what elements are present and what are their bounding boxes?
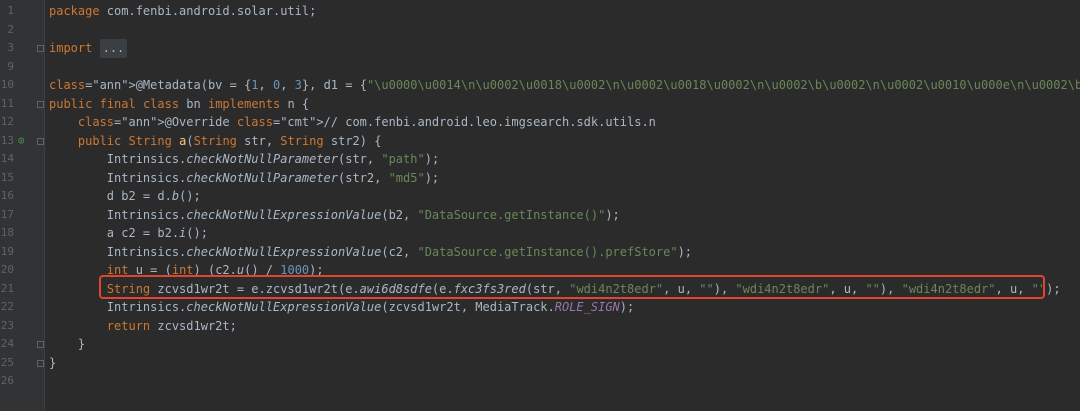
line-number-text: 11: [0, 96, 14, 110]
code-text: }: [49, 355, 57, 370]
code-line[interactable]: [45, 58, 1080, 77]
code-line[interactable]: d b2 = d.b();: [45, 187, 1080, 206]
line-number-text: 14: [0, 152, 14, 165]
line-number: 22: [0, 298, 44, 317]
code-text: a c2 = b2.i();: [49, 226, 208, 240]
code-line[interactable]: class="ann">@Metadata(bv = {1, 0, 3}, d1…: [45, 76, 1080, 95]
code-text: package com.fenbi.android.solar.util;: [49, 4, 317, 18]
line-number-text: 20: [0, 263, 14, 276]
line-number: 21: [0, 280, 44, 299]
code-line[interactable]: import ...: [45, 39, 1080, 58]
fold-toggle-icon[interactable]: [37, 359, 44, 367]
line-number: 9: [0, 58, 44, 77]
line-number: 10: [0, 76, 44, 95]
line-number-text: 19: [0, 244, 14, 258]
code-line[interactable]: Intrinsics.checkNotNullParameter(str, "p…: [45, 150, 1080, 169]
code-text: public String a(String str, String str2)…: [77, 133, 382, 148]
line-number-text: 1: [7, 4, 14, 17]
code-line[interactable]: }: [45, 354, 1080, 373]
code-text: public final class bn implements n {: [49, 96, 310, 111]
code-line[interactable]: return zcvsd1wr2t;: [45, 317, 1080, 336]
line-number-text: 13: [0, 133, 14, 147]
line-number-text: 9: [7, 59, 14, 73]
line-number-text: 23: [0, 318, 14, 332]
line-number-text: 17: [0, 207, 14, 221]
line-number-text: 3: [7, 41, 14, 54]
line-number-text: 22: [0, 300, 14, 313]
code-line[interactable]: public String a(String str, String str2)…: [45, 132, 1080, 151]
code-text: Intrinsics.checkNotNullParameter(str2, "…: [49, 170, 440, 185]
line-number-text: 12: [0, 115, 14, 128]
line-number-text: 18: [0, 226, 14, 239]
code-line[interactable]: [45, 372, 1080, 391]
code-text: import ...: [49, 39, 128, 58]
line-number: 19: [0, 243, 44, 262]
line-number-text: 21: [0, 281, 14, 295]
code-line[interactable]: Intrinsics.checkNotNullExpressionValue(b…: [45, 206, 1080, 225]
code-text: Intrinsics.checkNotNullExpressionValue(b…: [49, 207, 620, 222]
line-number: 1: [0, 2, 44, 21]
code-line[interactable]: Intrinsics.checkNotNullExpressionValue(z…: [45, 298, 1080, 317]
line-number: 12: [0, 113, 44, 132]
code-editor[interactable]: package com.fenbi.android.solar.util; imp…: [45, 0, 1080, 411]
line-number-text: 26: [0, 374, 14, 387]
fold-toggle-icon[interactable]: [37, 137, 44, 145]
line-number-text: 2: [7, 22, 14, 36]
code-text: d b2 = d.b();: [49, 189, 201, 203]
override-run-icon[interactable]: ⊙: [18, 134, 25, 147]
code-line[interactable]: public final class bn implements n {: [45, 95, 1080, 114]
fold-toggle-icon[interactable]: [37, 100, 44, 108]
line-number-text: 24: [0, 337, 14, 350]
code-text: class="ann">@Metadata(bv = {1, 0, 3}, d1…: [49, 78, 1080, 92]
line-number: 17: [0, 206, 44, 225]
line-number-text: 16: [0, 189, 14, 202]
line-number: 14: [0, 150, 44, 169]
code-text: return zcvsd1wr2t;: [106, 318, 237, 333]
code-line[interactable]: class="ann">@Override class="cmt">// com…: [45, 113, 1080, 132]
line-number-text: 15: [0, 170, 14, 184]
code-text: }: [49, 337, 86, 351]
line-number: 26: [0, 372, 44, 391]
line-number: 2: [0, 21, 44, 40]
code-line[interactable]: package com.fenbi.android.solar.util;: [45, 2, 1080, 21]
code-line[interactable]: a c2 = b2.i();: [45, 224, 1080, 243]
code-text: class="ann">@Override class="cmt">// com…: [77, 115, 656, 129]
code-line[interactable]: Intrinsics.checkNotNullExpressionValue(c…: [45, 243, 1080, 262]
line-number: 16: [0, 187, 44, 206]
line-number: 20: [0, 261, 44, 280]
line-number: 23: [0, 317, 44, 336]
code-text: Intrinsics.checkNotNullExpressionValue(z…: [49, 300, 635, 314]
line-number: 15: [0, 169, 44, 188]
code-line[interactable]: [45, 21, 1080, 40]
code-text: Intrinsics.checkNotNullParameter(str, "p…: [49, 152, 440, 166]
line-number-text: 25: [0, 355, 14, 369]
line-number: 18: [0, 224, 44, 243]
code-text: Intrinsics.checkNotNullExpressionValue(c…: [49, 244, 693, 259]
code-line[interactable]: Intrinsics.checkNotNullParameter(str2, "…: [45, 169, 1080, 188]
fold-toggle-icon[interactable]: [37, 45, 44, 52]
highlighted-line-box: [99, 275, 1045, 299]
code-line[interactable]: }: [45, 335, 1080, 354]
line-number-text: 10: [0, 78, 14, 91]
fold-toggle-icon[interactable]: [37, 341, 44, 348]
